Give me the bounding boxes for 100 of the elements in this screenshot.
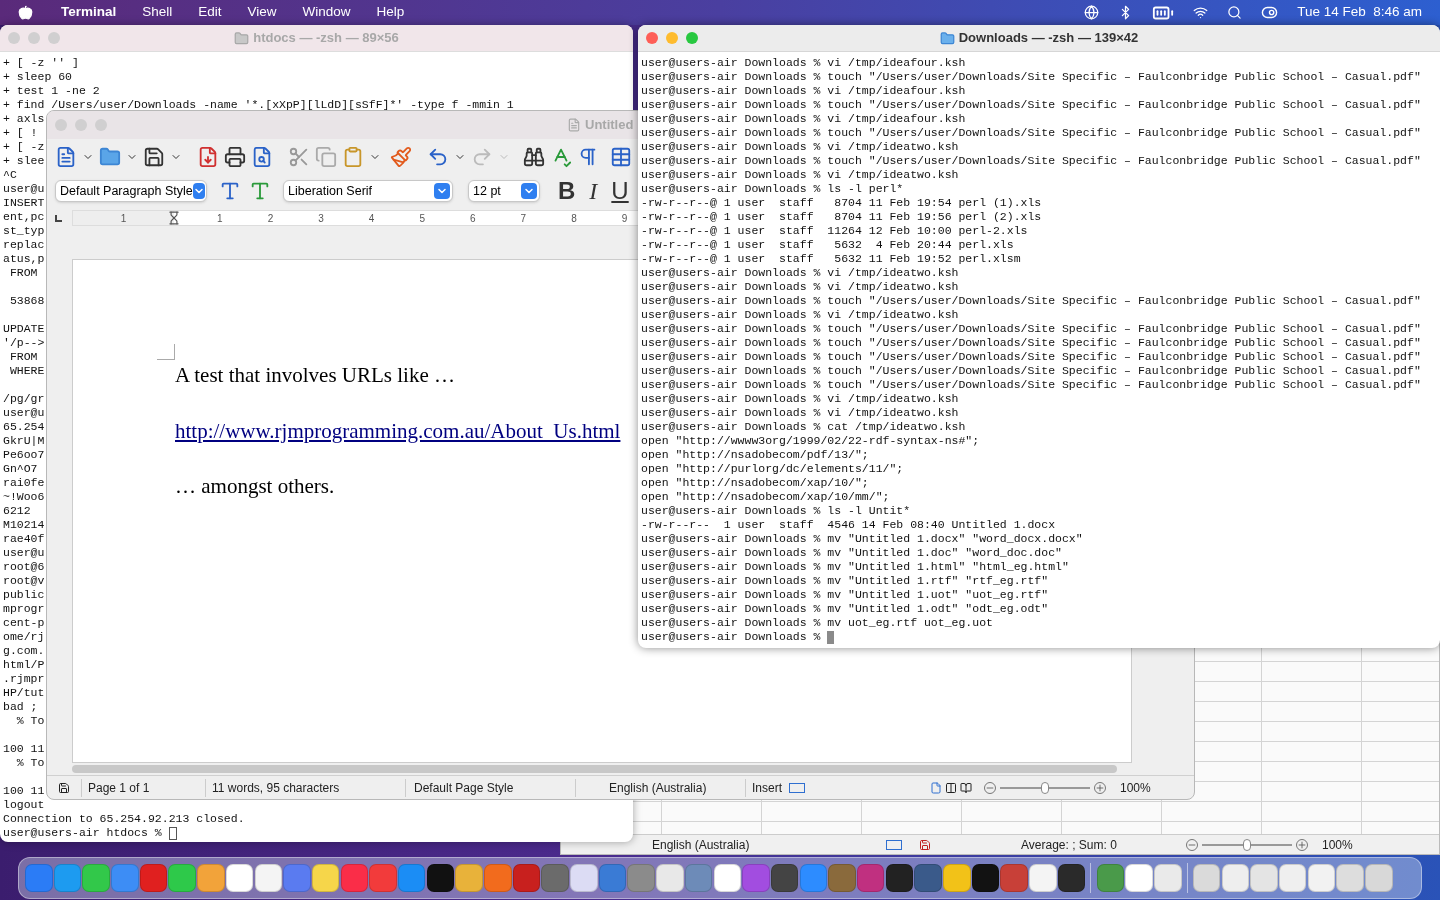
- binoculars-icon[interactable]: [523, 146, 545, 168]
- app-icon[interactable]: [656, 864, 684, 892]
- print-icon[interactable]: [224, 146, 246, 168]
- menu-item[interactable]: View: [247, 2, 277, 23]
- terminal-line: open "http://nsadobecom/pdf/13/";: [641, 448, 869, 462]
- format-button[interactable]: B: [558, 173, 576, 209]
- menu-item[interactable]: Terminal: [61, 2, 117, 23]
- terminal-line: FROM: [8, 350, 38, 364]
- menu-bar-clock[interactable]: Tue 14 Feb 8:46 am: [1297, 2, 1422, 23]
- menu-item[interactable]: Help: [376, 2, 405, 23]
- terminal-line: cent-p: [3, 616, 45, 630]
- cut-icon[interactable]: [288, 146, 310, 168]
- language-status[interactable]: English (Australia): [575, 778, 745, 797]
- paste-icon[interactable]: [342, 146, 364, 168]
- search-icon[interactable]: [1227, 5, 1243, 20]
- app-icon[interactable]: [1125, 864, 1153, 892]
- slider-thumb[interactable]: [1243, 838, 1251, 851]
- terminal-line: -rw-r--r--@ 1 user staff 8704 11 Feb 19:54 perl (1).xls: [641, 196, 1042, 210]
- insert-mode[interactable]: Insert: [745, 778, 789, 797]
- book-view-icon[interactable]: [960, 781, 972, 794]
- terminal-line: INSERT: [3, 196, 45, 210]
- ruler-number: 5: [418, 211, 426, 226]
- terminal-line: '/p-->: [3, 336, 45, 350]
- app-icon[interactable]: [1057, 864, 1086, 892]
- link[interactable]: http://www.rjmprogramming.com.au/About_Us.html: [175, 415, 621, 447]
- terminal-line: UPDATE: [3, 322, 45, 336]
- terminal-line: -rw-r--r--@ 1 user staff 8704 11 Feb 19:56 perl (2).xls: [641, 210, 1042, 224]
- app-icon[interactable]: [254, 864, 282, 892]
- save-icon[interactable]: [919, 838, 931, 851]
- zoom-level[interactable]: 100%: [1322, 835, 1353, 854]
- format-button[interactable]: U: [611, 173, 629, 209]
- terminal-line: html/P: [3, 658, 45, 672]
- zoom-button[interactable]: [686, 32, 698, 44]
- new-document-icon[interactable]: [55, 146, 77, 168]
- app-icon[interactable]: [971, 864, 1000, 892]
- terminal-line: user@users-air Downloads % vi /tmp/ideatwo.ksh: [641, 406, 959, 420]
- terminal-line: Pe6oo7: [3, 448, 45, 462]
- app-icon[interactable]: [1029, 864, 1057, 892]
- page-style[interactable]: Default Page Style: [405, 778, 575, 797]
- horizontal-scrollbar[interactable]: [72, 765, 1117, 773]
- window-title: Untitled: [585, 116, 634, 135]
- app-icon[interactable]: [885, 864, 914, 892]
- zoom-slider[interactable]: [1202, 837, 1292, 852]
- slider-thumb[interactable]: [1041, 781, 1049, 794]
- paragraph-style-select[interactable]: Default Paragraph Style: [55, 180, 207, 202]
- apple-icon[interactable]: [18, 5, 33, 20]
- app-icon[interactable]: [1278, 864, 1307, 892]
- save-status-icon[interactable]: [58, 781, 70, 794]
- export-pdf-icon[interactable]: [197, 146, 219, 168]
- zoom-level[interactable]: 100%: [1120, 778, 1151, 797]
- app-icon[interactable]: [1336, 864, 1364, 892]
- word-count[interactable]: 11 words, 95 characters: [205, 778, 405, 797]
- app-icon[interactable]: [311, 864, 340, 892]
- app-icon[interactable]: [914, 864, 942, 892]
- globe-icon[interactable]: [1084, 5, 1100, 20]
- app-icon[interactable]: [1250, 864, 1278, 892]
- menu-item[interactable]: Shell: [142, 2, 173, 23]
- terminal-line: root@6: [3, 560, 45, 574]
- terminal-line: root@v: [3, 574, 45, 588]
- terminal-line: + test 1 -ne 2: [3, 84, 100, 98]
- save-icon[interactable]: [143, 146, 165, 168]
- paintbrush-icon[interactable]: [390, 146, 412, 168]
- app-icon[interactable]: [225, 864, 254, 892]
- terminal-line: open "http://wwww3org/1999/02/22-rdf-syntax-ns#";: [641, 434, 980, 448]
- terminal-line: user@users-air Downloads % touch "/Users/user/Downloads/Site Specific – Faulconbridge Public School – Casual.pdf": [641, 322, 1421, 336]
- terminal-line: open "http://nsadobecom/xap/10/";: [641, 476, 869, 490]
- menu-item[interactable]: Edit: [198, 2, 222, 23]
- indent-marker-icon[interactable]: [167, 211, 181, 225]
- print-preview-icon[interactable]: [251, 146, 273, 168]
- font-name-select[interactable]: Liberation Serif: [283, 180, 453, 202]
- open-folder-icon[interactable]: [99, 146, 121, 168]
- app-icon[interactable]: [1221, 864, 1250, 892]
- zoom-slider[interactable]: [1000, 780, 1090, 795]
- table-icon[interactable]: [610, 146, 632, 168]
- undo-icon[interactable]: [427, 146, 449, 168]
- wifi-icon[interactable]: [1193, 5, 1209, 20]
- redo-icon[interactable]: [471, 146, 493, 168]
- format-button[interactable]: I: [589, 173, 598, 209]
- app-icon[interactable]: [570, 864, 598, 892]
- app-icon[interactable]: [1307, 864, 1336, 892]
- sum-status: Average: ; Sum: 0: [1021, 836, 1118, 854]
- menu-item[interactable]: Window: [302, 2, 351, 23]
- copy-icon[interactable]: [315, 146, 337, 168]
- terminal-line: atus,p: [3, 252, 45, 266]
- terminal-line: logout: [3, 798, 45, 812]
- app-icon[interactable]: [1192, 864, 1221, 892]
- font-size-select[interactable]: 12 pt: [468, 180, 540, 202]
- app-icon[interactable]: [1365, 864, 1393, 892]
- control-center-icon[interactable]: [1261, 4, 1279, 21]
- terminal-line: user@users-air Downloads % vi /tmp/ideatwo.ksh: [641, 280, 959, 294]
- app-icon[interactable]: [770, 864, 799, 892]
- multi-page-icon[interactable]: [945, 781, 957, 794]
- page-count[interactable]: Page 1 of 1: [81, 778, 205, 797]
- tab-stop-icon[interactable]: [55, 214, 62, 222]
- close-button[interactable]: [646, 32, 658, 44]
- app-icon[interactable]: [426, 864, 455, 892]
- app-icon[interactable]: [1154, 864, 1182, 892]
- terminal-line: user@users-air Downloads % touch "/Users/user/Downloads/Site Specific – Faulconbridge Public School – Casual.pdf": [641, 154, 1421, 168]
- language-status[interactable]: English (Australia): [652, 835, 886, 854]
- app-icon[interactable]: [713, 864, 741, 892]
